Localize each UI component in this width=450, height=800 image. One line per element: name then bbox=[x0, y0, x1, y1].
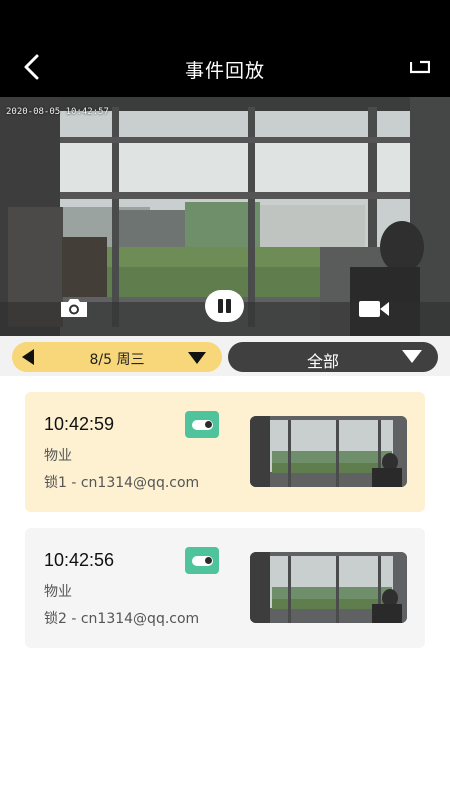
event-type: 物业 bbox=[44, 448, 72, 464]
event-time: 10:42:56 bbox=[44, 550, 115, 570]
event-lock-user: 锁1 - cn1314@qq.com bbox=[44, 475, 200, 491]
event-type-selector[interactable]: 全部 bbox=[228, 342, 438, 372]
video-player[interactable]: 2020-08-05 10:42:57 bbox=[0, 97, 450, 336]
event-card[interactable]: 10:42:56 物业 锁2 - cn1314@qq.com bbox=[25, 528, 425, 648]
pause-button[interactable] bbox=[205, 290, 244, 322]
event-lock-user: 锁2 - cn1314@qq.com bbox=[44, 611, 200, 627]
top-bar: 事件回放 bbox=[0, 0, 450, 97]
event-type-label: 全部 bbox=[306, 352, 339, 371]
camera-icon[interactable] bbox=[58, 297, 90, 319]
fullscreen-icon[interactable] bbox=[410, 60, 430, 74]
filter-bar: 8/5 周三 全部 bbox=[0, 336, 450, 376]
date-selector[interactable]: 8/5 周三 bbox=[12, 342, 222, 372]
pause-icon-bar bbox=[226, 299, 231, 313]
event-type: 物业 bbox=[44, 584, 72, 600]
event-thumbnail[interactable] bbox=[250, 552, 407, 623]
chevron-down-icon bbox=[402, 350, 422, 363]
video-timestamp: 2020-08-05 10:42:57 bbox=[6, 107, 109, 117]
unlock-event-icon bbox=[185, 547, 219, 574]
video-camera-icon[interactable] bbox=[358, 300, 390, 318]
event-thumbnail[interactable] bbox=[250, 416, 407, 487]
page-title: 事件回放 bbox=[184, 60, 265, 82]
event-card[interactable]: 10:42:59 物业 锁1 - cn1314@qq.com bbox=[25, 392, 425, 512]
event-time: 10:42:59 bbox=[44, 414, 115, 434]
pause-icon bbox=[218, 299, 223, 313]
chevron-down-icon[interactable] bbox=[188, 352, 206, 364]
unlock-event-icon bbox=[185, 411, 219, 438]
